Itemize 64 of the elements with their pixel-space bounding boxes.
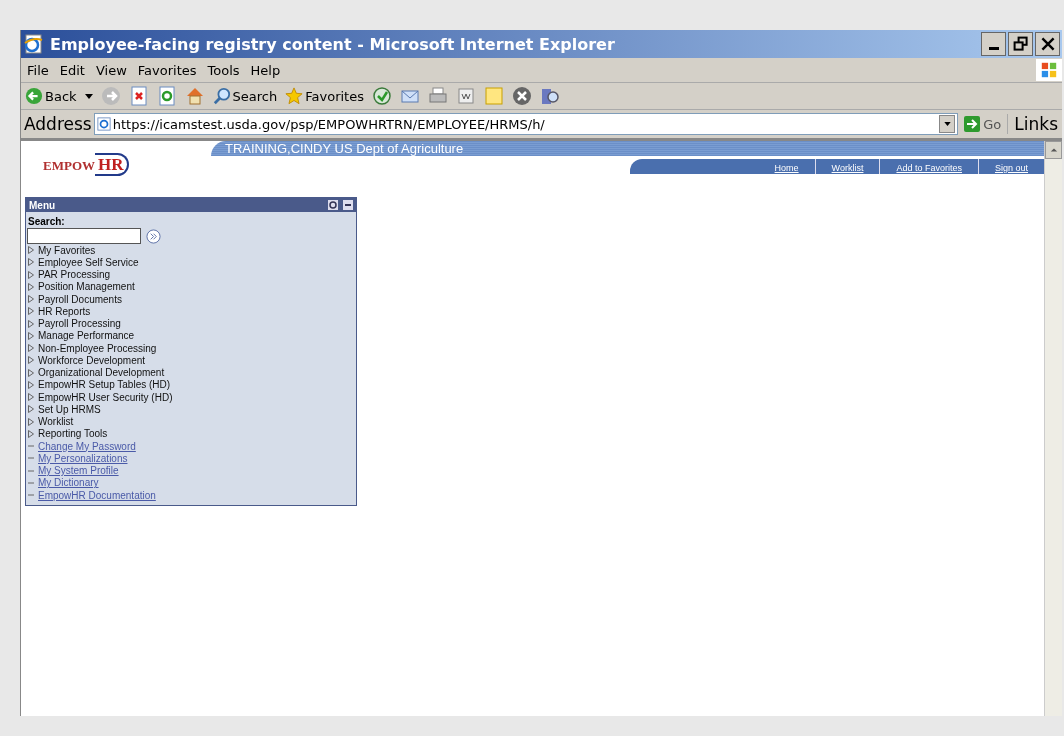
back-icon xyxy=(25,87,43,105)
menu-item[interactable]: Worklist xyxy=(38,416,74,428)
search-label: Search: xyxy=(27,215,66,228)
up-arrow-icon xyxy=(1049,146,1058,154)
search-icon xyxy=(212,87,231,105)
menu-item[interactable]: My Dictionary xyxy=(38,477,99,489)
menu-item[interactable]: Position Management xyxy=(38,281,135,293)
empowhr-logo: EMPOW HR xyxy=(21,141,211,195)
menu-item[interactable]: Employee Self Service xyxy=(38,256,139,268)
menu-item[interactable]: Organizational Development xyxy=(38,367,165,379)
menu-item[interactable]: View xyxy=(95,62,127,78)
restore-button[interactable] xyxy=(1008,32,1033,56)
favorites-button[interactable]: Favorites xyxy=(283,87,366,105)
links-button[interactable]: Links xyxy=(1007,114,1062,134)
minimize-icon xyxy=(988,46,999,50)
browser-icon xyxy=(24,34,44,54)
menu-item[interactable]: Non-Employee Processing xyxy=(38,342,157,354)
vertical-scrollbar[interactable] xyxy=(1044,141,1062,716)
close-icon xyxy=(1039,36,1056,52)
menu-item[interactable]: Edit xyxy=(59,62,85,78)
menu-item[interactable]: Favorites xyxy=(137,62,197,78)
refresh-icon[interactable] xyxy=(328,200,338,210)
address-field[interactable]: https://icamstest.usda.gov/psp/EMPOWHRTRN/EMPLOYEE/HRMS/h/ xyxy=(93,113,959,135)
restore-icon xyxy=(1012,36,1029,52)
search-go-icon[interactable] xyxy=(146,228,161,244)
menu-item[interactable]: PAR Processing xyxy=(38,269,111,281)
minimize-button[interactable] xyxy=(981,32,1006,56)
menu-item[interactable]: Reporting Tools xyxy=(38,428,108,440)
menu-item[interactable]: Tools xyxy=(207,62,240,78)
menu-item[interactable]: EmpowHR Documentation xyxy=(38,489,156,501)
go-button[interactable]: Go xyxy=(958,116,1008,132)
menu-item[interactable]: My System Profile xyxy=(38,465,119,477)
menu-item[interactable]: Manage Performance xyxy=(38,330,135,342)
menu-item[interactable]: Workforce Development xyxy=(38,354,146,366)
menu-title: Menu xyxy=(29,199,56,211)
back-button[interactable]: Back xyxy=(23,87,95,105)
menu-item[interactable]: Set Up HRMS xyxy=(38,403,101,415)
menu-item[interactable]: My Personalizations xyxy=(38,452,128,464)
minimize-icon[interactable] xyxy=(343,200,353,210)
dropdown-button[interactable] xyxy=(939,115,956,133)
search-field[interactable] xyxy=(27,228,141,244)
page-icon xyxy=(96,117,111,131)
banner-text: TRAINING,CINDY US Dept of Agriculture xyxy=(225,141,464,156)
window-title: Employee-facing registry content - Microsoft Internet Explorer xyxy=(50,34,616,54)
menu-item[interactable]: My Favorites xyxy=(38,244,96,256)
windows-logo-icon xyxy=(1036,59,1062,81)
nav-link[interactable]: Home xyxy=(758,159,815,174)
nav-link[interactable]: Add to Favorites xyxy=(879,159,978,174)
close-button[interactable] xyxy=(1035,32,1060,56)
address-label: Address xyxy=(24,114,92,134)
menu-item[interactable]: Payroll Processing xyxy=(38,318,121,330)
search-button[interactable]: Search xyxy=(210,87,280,105)
menu-item[interactable]: Payroll Documents xyxy=(38,293,122,305)
menu-item[interactable]: Change My Password xyxy=(38,440,136,452)
dropdown-arrow-icon xyxy=(943,122,951,126)
nav-link[interactable]: Worklist xyxy=(814,159,880,174)
star-icon xyxy=(285,87,304,105)
menu-item[interactable]: File xyxy=(27,62,49,78)
menu-item[interactable]: EmpowHR User Security (HD) xyxy=(38,391,173,403)
menu-item[interactable]: EmpowHR Setup Tables (HD) xyxy=(38,379,171,391)
dropdown-arrow-icon xyxy=(84,93,93,99)
arrow-icon xyxy=(964,116,981,132)
menu-item[interactable]: HR Reports xyxy=(38,305,91,317)
menu-item[interactable]: Help xyxy=(250,62,281,78)
